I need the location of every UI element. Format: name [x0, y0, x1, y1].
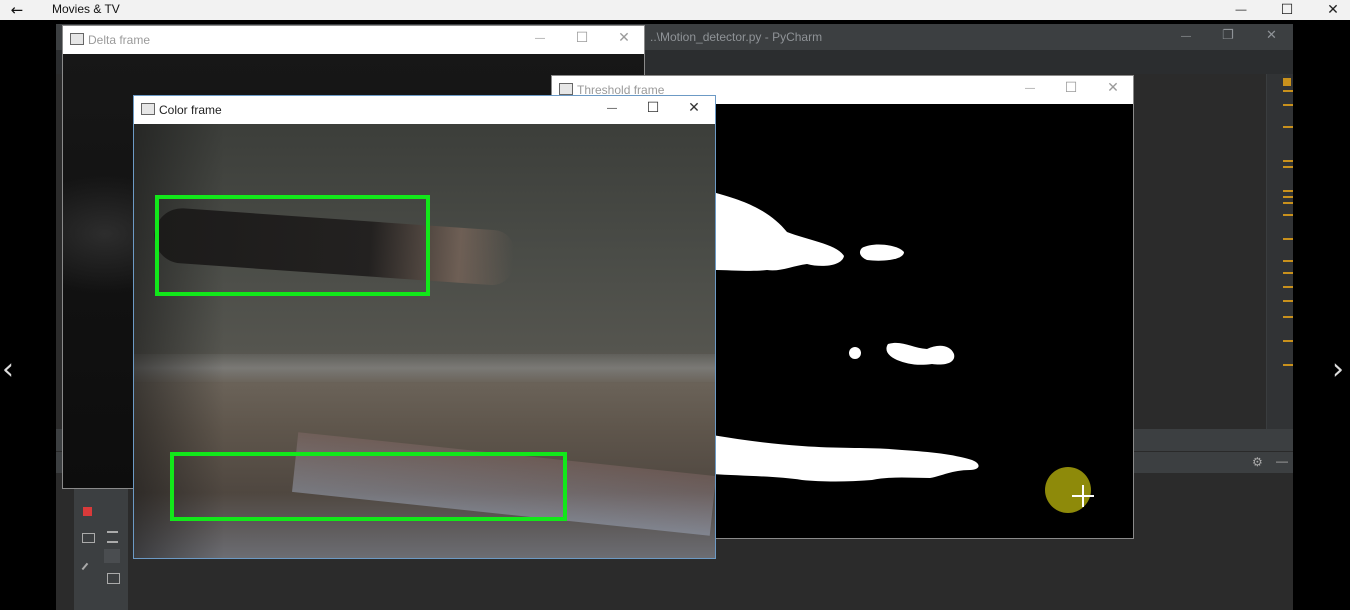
motion-box-1	[155, 195, 430, 296]
gear-icon[interactable]: ⚙	[1252, 455, 1263, 469]
close-icon[interactable]: ✕	[1102, 80, 1124, 96]
pycharm-run-toolbar	[74, 473, 128, 610]
maximize-button[interactable]: ☐	[1264, 0, 1310, 20]
app-titlebar: ← Movies & TV — ☐ ✕	[0, 0, 1350, 20]
maximize-icon[interactable]: ☐	[642, 100, 664, 116]
pycharm-minimize-icon[interactable]: —	[1181, 31, 1191, 42]
soft-wrap-icon[interactable]	[107, 531, 118, 543]
pycharm-close-icon[interactable]: ✕	[1266, 28, 1277, 43]
minimize-icon[interactable]: —	[601, 103, 623, 114]
pin-icon[interactable]	[81, 562, 95, 576]
pycharm-restore-icon[interactable]: ❐	[1222, 28, 1234, 43]
maximize-icon: ☐	[1280, 2, 1294, 18]
color-frame-image	[134, 124, 715, 558]
color-frame-title: Color frame	[159, 103, 222, 117]
window-icon	[141, 103, 155, 115]
maximize-icon[interactable]: ☐	[1060, 80, 1082, 96]
minimize-button[interactable]: —	[1218, 0, 1264, 20]
print-icon[interactable]	[107, 573, 120, 584]
scroll-to-end-icon[interactable]	[104, 549, 120, 563]
video-player[interactable]: ..\Motion_detector.py - PyCharm — ❐ ✕ ⚙ …	[56, 24, 1293, 610]
color-frame-window[interactable]: Color frame — ☐ ✕	[133, 95, 716, 559]
chevron-left-icon[interactable]: ‹	[2, 352, 14, 387]
hide-panel-icon[interactable]: —	[1276, 454, 1288, 468]
layout-icon[interactable]	[82, 533, 95, 543]
minimize-icon[interactable]: —	[529, 33, 551, 44]
close-icon[interactable]: ✕	[613, 30, 635, 46]
stop-icon[interactable]	[83, 507, 92, 516]
motion-box-2	[170, 452, 567, 521]
pycharm-error-stripe	[1266, 74, 1293, 454]
color-frame-titlebar[interactable]: Color frame — ☐ ✕	[134, 96, 715, 124]
pycharm-title: ..\Motion_detector.py - PyCharm	[650, 30, 823, 44]
delta-frame-titlebar[interactable]: Delta frame — ☐ ✕	[63, 26, 644, 54]
minimize-icon: —	[1235, 4, 1247, 16]
window-icon	[70, 33, 84, 45]
arrow-left-icon: ←	[10, 1, 24, 19]
window-icon	[559, 83, 573, 95]
minimize-icon[interactable]: —	[1019, 83, 1041, 94]
close-icon[interactable]: ✕	[683, 100, 705, 116]
chevron-right-icon[interactable]: ›	[1332, 352, 1344, 387]
back-button[interactable]: ←	[0, 0, 34, 20]
maximize-icon[interactable]: ☐	[571, 30, 593, 46]
cursor-highlight	[1045, 467, 1091, 513]
close-button[interactable]: ✕	[1310, 0, 1350, 20]
app-title: Movies & TV	[52, 2, 120, 16]
delta-frame-title: Delta frame	[88, 33, 151, 47]
close-icon: ✕	[1327, 2, 1339, 18]
